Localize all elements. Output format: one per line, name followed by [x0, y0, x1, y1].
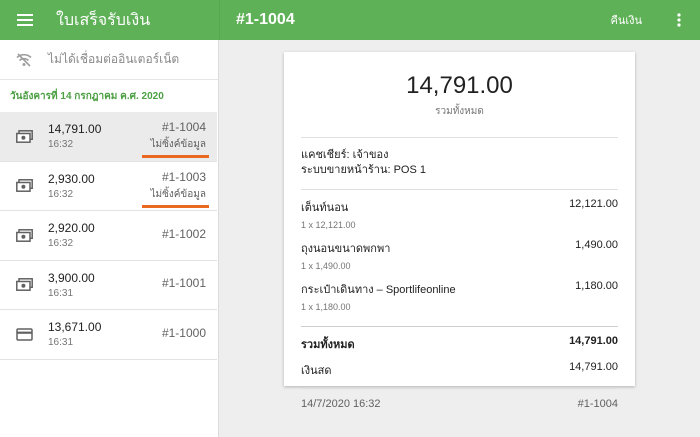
offline-text: ไม่ได้เชื่อมต่ออินเตอร์เน็ต — [48, 52, 180, 66]
receipt-number: #1-1003 — [161, 169, 206, 184]
receipt-number: #1-1002 — [161, 226, 206, 241]
receipt-amount: 2,930.00 — [48, 171, 95, 186]
app-bar-left: ใบเสร็จรับเงิน — [0, 0, 219, 40]
cash-icon — [15, 179, 33, 193]
line-item-price: 1,180.00 — [575, 280, 618, 292]
line-item-name: ถุงนอนขนาดพกพา — [301, 243, 391, 255]
receipt-item-main: 3,900.00 16:31 — [48, 271, 162, 299]
line-items: เต็นท์นอน 12,121.00 1 x 12,121.00 ถุงนอน… — [301, 190, 618, 326]
receipt-number: #1-1004 — [161, 120, 206, 135]
cash-row: เงินสด 14,791.00 — [301, 353, 618, 388]
cash-icon — [15, 129, 33, 143]
line-item-qty: 1 x 1,180.00 — [301, 302, 351, 312]
receipt-item-main: 2,930.00 16:32 — [48, 172, 150, 200]
line-item-row: กระเป๋าเดินทาง – Sportlifeonline 1,180.0… — [301, 280, 618, 298]
line-item: เต็นท์นอน 12,121.00 1 x 12,121.00 — [301, 198, 618, 230]
receipt-item-meta: #1-1004 ไม่ซิ้งค์ข้อมูล — [142, 120, 217, 159]
line-item-name: เต็นท์นอน — [301, 202, 349, 214]
line-item-row: เต็นท์นอน 12,121.00 — [301, 198, 618, 216]
wifi-off-icon — [16, 52, 32, 67]
receipt-number: #1-1001 — [161, 276, 206, 291]
receipt-title: #1-1004 — [236, 11, 295, 28]
payment-icon-wrap — [0, 228, 48, 242]
payment-icon-wrap — [0, 179, 48, 193]
receipt-amount: 2,920.00 — [48, 221, 95, 236]
line-item-qty: 1 x 12,121.00 — [301, 220, 356, 230]
hamburger-icon — [17, 14, 33, 26]
card-icon — [15, 328, 33, 341]
receipt-item-main: 13,671.00 16:31 — [48, 320, 162, 348]
receipt-time: 16:32 — [48, 238, 74, 250]
receipt-item-main: 14,791.00 16:32 — [48, 122, 150, 150]
receipt-item-meta: #1-1003 ไม่ซิ้งค์ข้อมูล — [142, 169, 217, 208]
cash-icon — [15, 278, 33, 292]
receipt-list-item[interactable]: 2,920.00 16:32 #1-1002 — [0, 211, 217, 261]
total-label: รวมทั้งหมด — [301, 339, 355, 351]
receipt-list-item[interactable]: 2,930.00 16:32 #1-1003 ไม่ซิ้งค์ข้อมูล — [0, 162, 217, 211]
receipt-list-item[interactable]: 14,791.00 16:32 #1-1004 ไม่ซิ้งค์ข้อมูล — [0, 112, 217, 162]
refund-button[interactable]: คืนเงิน — [610, 11, 642, 29]
total-row: รวมทั้งหมด 14,791.00 — [301, 327, 618, 353]
receipt-item-meta: #1-1002 — [162, 227, 217, 244]
receipt-time: 16:32 — [48, 139, 74, 151]
receipt-info: แคชเชียร์: เจ้าของ ระบบขายหน้าร้าน: POS … — [301, 138, 618, 189]
receipt-time: 16:32 — [48, 188, 74, 200]
receipt-list-item[interactable]: 13,671.00 16:31 #1-1000 — [0, 310, 217, 360]
pos-label: ระบบขายหน้าร้าน: POS 1 — [301, 164, 426, 176]
line-item-price: 12,121.00 — [569, 198, 618, 210]
total-value: 14,791.00 — [569, 335, 618, 347]
line-item: กระเป๋าเดินทาง – Sportlifeonline 1,180.0… — [301, 280, 618, 312]
receipt-total-caption: รวมทั้งหมด — [435, 106, 484, 117]
receipt-footer-number: #1-1004 — [577, 398, 618, 410]
line-item-qty: 1 x 1,490.00 — [301, 261, 351, 271]
highlight-underline — [142, 204, 209, 208]
receipt-time: 16:31 — [48, 337, 74, 349]
cash-icon — [15, 228, 33, 242]
menu-button[interactable] — [0, 0, 50, 40]
cash-value: 14,791.00 — [569, 361, 618, 373]
more-vert-icon — [677, 13, 681, 27]
receipt-item-meta: #1-1001 — [162, 276, 217, 293]
receipt-footer: 14/7/2020 16:32 #1-1004 — [301, 389, 618, 410]
sync-status-text: ไม่ซิ้งค์ข้อมูล — [150, 139, 206, 151]
sync-status-text: ไม่ซิ้งค์ข้อมูล — [150, 188, 206, 200]
receipt-detail-card: 14,791.00 รวมทั้งหมด แคชเชียร์: เจ้าของ … — [284, 52, 635, 410]
more-options-button[interactable] — [664, 0, 694, 40]
receipt-amount: 13,671.00 — [48, 320, 102, 335]
receipt-item-meta: #1-1000 — [162, 326, 217, 343]
cashier-label: แคชเชียร์: เจ้าของ — [301, 149, 389, 161]
app-title: ใบเสร็จรับเงิน — [56, 11, 151, 29]
line-item: ถุงนอนขนาดพกพา 1,490.00 1 x 1,490.00 — [301, 239, 618, 271]
payment-icon-wrap — [0, 129, 48, 143]
highlight-underline — [142, 155, 209, 159]
receipt-list: 14,791.00 16:32 #1-1004 ไม่ซิ้งค์ข้อมูล — [0, 112, 218, 360]
receipts-sidebar: ไม่ได้เชื่อมต่ออินเตอร์เน็ต วันอังคารที่… — [0, 40, 219, 437]
receipt-datetime: 14/7/2020 16:32 — [301, 398, 381, 410]
payment-icon-wrap — [0, 328, 48, 341]
receipt-list-item[interactable]: 3,900.00 16:31 #1-1001 — [0, 261, 217, 310]
receipt-number: #1-1000 — [161, 325, 206, 340]
app-bar: ใบเสร็จรับเงิน #1-1004 คืนเงิน — [0, 0, 700, 40]
offline-banner: ไม่ได้เชื่อมต่ออินเตอร์เน็ต — [0, 40, 218, 80]
app-bar-right: #1-1004 คืนเงิน — [219, 0, 700, 40]
line-item-price: 1,490.00 — [575, 239, 618, 251]
receipt-item-main: 2,920.00 16:32 — [48, 221, 162, 249]
cash-label: เงินสด — [301, 365, 332, 377]
receipt-amount: 14,791.00 — [48, 122, 102, 137]
line-item-row: ถุงนอนขนาดพกพา 1,490.00 — [301, 239, 618, 257]
sync-status: ไม่ซิ้งค์ข้อมูล — [142, 137, 209, 159]
receipt-total-amount: 14,791.00 — [406, 72, 513, 99]
line-item-name: กระเป๋าเดินทาง – Sportlifeonline — [301, 284, 456, 296]
receipt-amount: 3,900.00 — [48, 270, 95, 285]
sync-status: ไม่ซิ้งค์ข้อมูล — [142, 187, 209, 208]
payment-icon-wrap — [0, 278, 48, 292]
date-header: วันอังคารที่ 14 กรกฎาคม ค.ศ. 2020 — [10, 90, 164, 102]
offline-banner-icon-wrap — [0, 52, 48, 67]
receipt-time: 16:31 — [48, 287, 74, 299]
